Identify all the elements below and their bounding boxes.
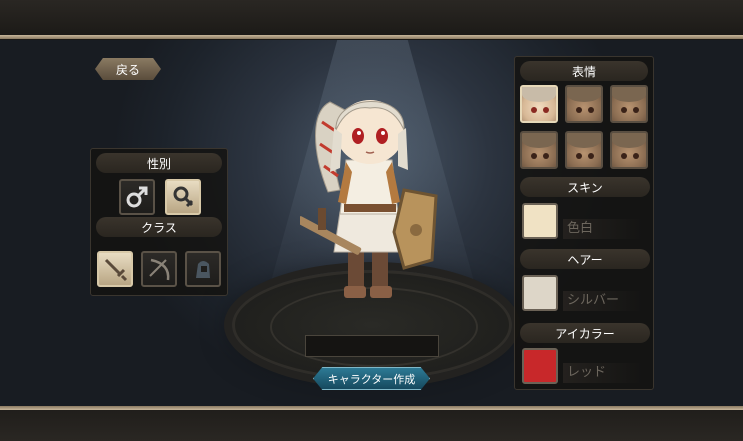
eye-color-value: レッド — [563, 363, 643, 383]
expression-option-6[interactable] — [610, 131, 648, 169]
hair-value: シルバー — [563, 291, 643, 311]
top-frame-bar — [0, 0, 743, 39]
back-button[interactable]: 戻る — [95, 58, 161, 80]
eye-color-swatch[interactable] — [522, 348, 558, 384]
class-archer-button[interactable] — [141, 251, 177, 287]
skin-value: 色白 — [563, 219, 643, 239]
bow-icon — [149, 258, 170, 281]
create-character-button[interactable]: キャラクター作成 — [313, 367, 430, 390]
skin-color-swatch[interactable] — [522, 203, 558, 239]
female-icon — [173, 186, 194, 208]
character-preview — [300, 100, 438, 298]
bottom-frame-bar — [0, 406, 743, 441]
male-icon — [126, 186, 148, 208]
appearance-panel: 表情 スキン 色白 ヘアー シルバー アイカラー レッド — [514, 56, 654, 390]
hair-header: ヘアー — [520, 249, 650, 269]
expression-option-1[interactable] — [520, 85, 558, 123]
gender-female-button[interactable] — [165, 179, 201, 215]
gender-header: 性別 — [96, 153, 222, 173]
mage-hood-icon — [196, 261, 210, 278]
class-header: クラス — [96, 217, 222, 237]
character-name-input[interactable] — [305, 335, 439, 357]
expression-option-5[interactable] — [565, 131, 603, 169]
eye-color-header: アイカラー — [520, 323, 650, 343]
gender-male-button[interactable] — [119, 179, 155, 215]
hair-color-swatch[interactable] — [522, 275, 558, 311]
expression-option-2[interactable] — [565, 85, 603, 123]
class-warrior-button[interactable] — [97, 251, 133, 287]
expression-header: 表情 — [520, 61, 648, 81]
skin-header: スキン — [520, 177, 650, 197]
class-mage-button[interactable] — [185, 251, 221, 287]
expression-option-4[interactable] — [520, 131, 558, 169]
expression-option-3[interactable] — [610, 85, 648, 123]
sword-icon — [104, 258, 128, 282]
gender-class-panel: 性別 クラス — [90, 148, 228, 296]
